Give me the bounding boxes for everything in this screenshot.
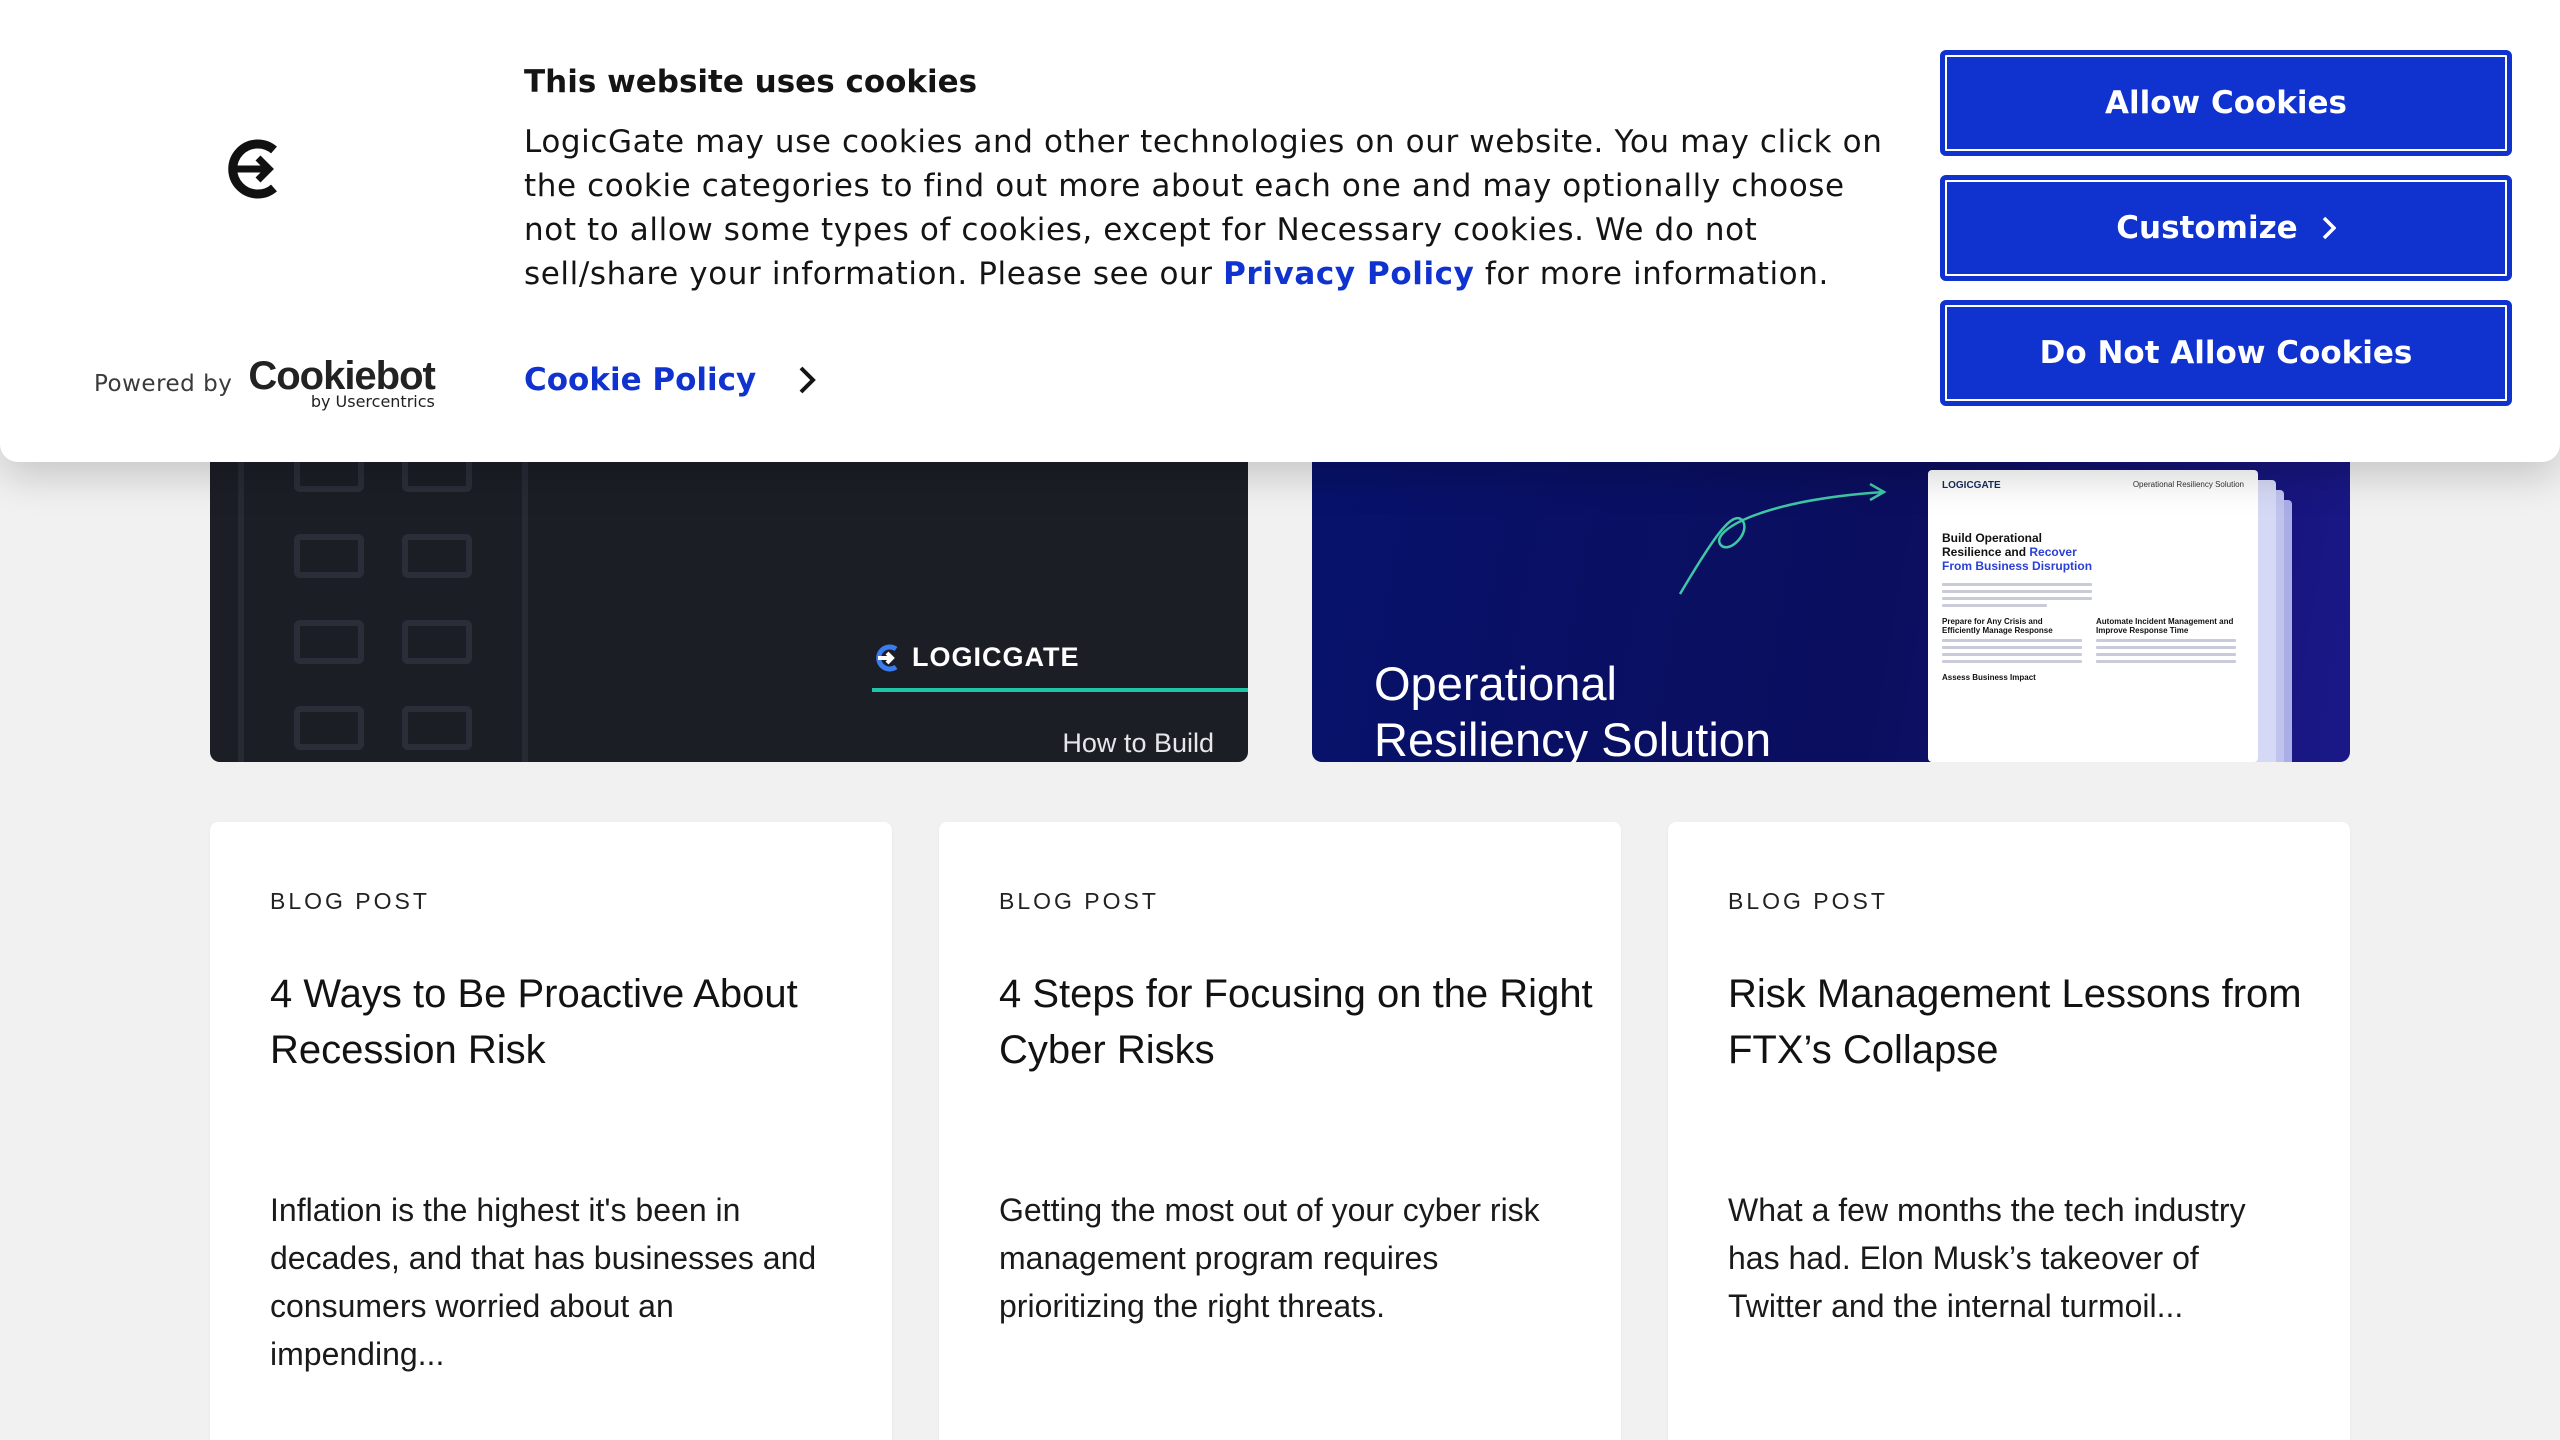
brief-title: Build Operational Resilience and Recover… [1942, 531, 2102, 573]
do-not-allow-label: Do Not Allow Cookies [2039, 335, 2413, 371]
chevron-right-icon [799, 366, 817, 394]
brief-subhead: Assess Business Impact [1942, 673, 2036, 682]
privacy-policy-link[interactable]: Privacy Policy [1223, 256, 1474, 292]
decor-grid-line [522, 420, 528, 762]
feature-card-how-to-build[interactable]: LOGICGATE How to Build [210, 420, 1248, 762]
headline-line-2: Resiliency Solution [1374, 713, 1772, 762]
allow-cookies-label: Allow Cookies [2104, 85, 2348, 121]
logicgate-logo: LOGICGATE [872, 642, 1080, 673]
blog-card[interactable]: BLOG POST Risk Management Lessons from F… [1668, 822, 2350, 1440]
logicgate-wordmark: LOGICGATE [912, 642, 1080, 672]
feature-caption: How to Build [1062, 728, 1214, 758]
decor-grid-box [402, 620, 472, 664]
decor-grid-box [294, 706, 364, 750]
brief-paragraph [1942, 583, 2092, 607]
headline-line-1: Operational [1374, 657, 1617, 710]
powered-by-label: Powered by [94, 370, 233, 397]
cookie-policy-label: Cookie Policy [524, 362, 757, 398]
decor-grid-line [238, 420, 244, 762]
brief-page: LOGICGATE Operational Resiliency Solutio… [1928, 470, 2258, 762]
logicgate-mark-icon [876, 644, 898, 671]
card-title[interactable]: 4 Ways to Be Proactive About Recession R… [270, 966, 870, 1078]
feature-card-operational-resiliency[interactable]: Operational Resiliency Solution LOGICGAT… [1312, 420, 2350, 762]
logicgate-logo-icon [228, 139, 277, 199]
card-excerpt: Getting the most out of your cyber risk … [999, 1192, 1540, 1324]
cookie-banner-body: LogicGate may use cookies and other tech… [524, 120, 1904, 296]
card-category: BLOG POST [1728, 888, 1888, 914]
brief-subhead: Automate Incident Management and Improve… [2096, 617, 2234, 635]
curved-arrow-icon [1678, 482, 1887, 595]
card-title[interactable]: Risk Management Lessons from FTX’s Colla… [1728, 966, 2328, 1078]
decor-grid-box [294, 620, 364, 664]
feature-headline: Operational Resiliency Solution [1374, 656, 1771, 762]
customize-label: Customize [2116, 210, 2298, 246]
cookie-banner-heading: This website uses cookies [524, 64, 978, 100]
brief-subhead: Prepare for Any Crisis and Efficiently M… [1942, 617, 2053, 635]
card-excerpt: Inflation is the highest it's been in de… [270, 1192, 817, 1372]
decor-grid-box [294, 534, 364, 578]
customize-button[interactable]: Customize [1940, 175, 2512, 281]
accent-line [872, 688, 1248, 692]
decor-grid-box [402, 534, 472, 578]
allow-cookies-button[interactable]: Allow Cookies [1940, 50, 2512, 156]
cookie-policy-link[interactable]: Cookie Policy [524, 362, 817, 398]
card-title[interactable]: 4 Steps for Focusing on the Right Cyber … [999, 966, 1599, 1078]
brief-columns: Prepare for Any Crisis and Efficiently M… [1942, 607, 2244, 682]
blog-card[interactable]: BLOG POST 4 Ways to Be Proactive About R… [210, 822, 892, 1440]
cookiebot-logo: Cookiebot by Usercentrics [248, 354, 436, 411]
do-not-allow-cookies-button[interactable]: Do Not Allow Cookies [1940, 300, 2512, 406]
card-excerpt: What a few months the tech industry has … [1728, 1192, 2246, 1324]
chevron-right-icon [2322, 216, 2336, 240]
powered-by-cookiebot[interactable]: Powered by Cookiebot by Usercentrics [94, 354, 436, 411]
cookiebot-wordmark: Cookiebot [248, 354, 436, 398]
cookie-consent-banner: Powered by Cookiebot by Usercentrics Thi… [0, 0, 2560, 462]
brief-header: Operational Resiliency Solution [2132, 480, 2244, 489]
blog-card[interactable]: BLOG POST 4 Steps for Focusing on the Ri… [939, 822, 1621, 1440]
body-text-end: for more information. [1474, 256, 1829, 292]
brief-title-text: Build Operational Resilience and [1942, 531, 2043, 559]
card-category: BLOG POST [999, 888, 1159, 914]
decor-grid-box [402, 706, 472, 750]
card-category: BLOG POST [270, 888, 430, 914]
